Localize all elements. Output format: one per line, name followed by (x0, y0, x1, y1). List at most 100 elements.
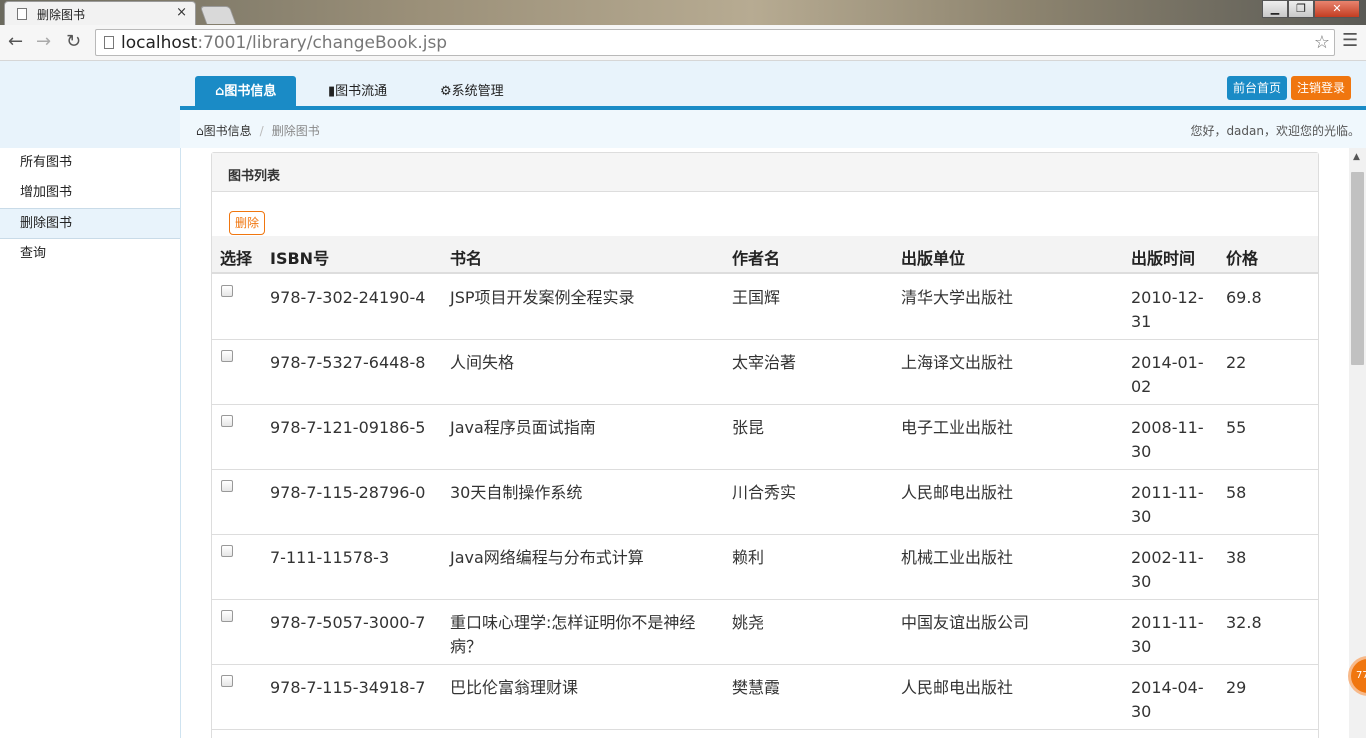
title-cell-line: Java程序员面试指南 (450, 418, 596, 437)
column-header-select: 选择 (220, 249, 253, 268)
table-row: 978-7-115-34918-7 巴比伦富翁理财课 樊慧霞 人民邮电出版社 2014-… (212, 665, 1318, 730)
row-select-checkbox[interactable] (221, 415, 233, 427)
scroll-thumb[interactable] (1351, 172, 1364, 365)
author-cell: 姚尧 (732, 613, 765, 632)
price-cell: 22 (1226, 353, 1247, 372)
pub-date-cell: 2014-01- 02 (1131, 351, 1211, 399)
row-select-checkbox[interactable] (221, 480, 233, 492)
address-bar[interactable]: localhost:7001/library/changeBook.jsp ☆ (95, 29, 1335, 56)
author-cell: 赖利 (732, 548, 765, 567)
url-host: localhost (121, 33, 198, 53)
price-cell: 55 (1226, 418, 1247, 437)
isbn-cell: 978-7-5057-3000-7 (270, 613, 426, 632)
column-header-pub-date: 出版时间 (1131, 249, 1196, 268)
table-row: 978-7-121-09186-5 Java程序员面试指南 张昆 电子工业出版社 200… (212, 405, 1318, 470)
pub-date-cell-line: 2011-11- (1131, 483, 1204, 502)
sidebar-item-query[interactable]: 查询 (0, 239, 180, 269)
delete-button[interactable]: 删除 (229, 211, 266, 235)
title-cell: 巴比伦富翁理财课 (450, 676, 720, 700)
row-select-checkbox[interactable] (221, 285, 233, 297)
title-cell: JSP项目开发案例全程实录 (450, 286, 720, 310)
tab-circulation[interactable]: ▮图书流通 (328, 76, 387, 107)
sidebar: 所有图书 增加图书 删除图书 查询 (0, 148, 181, 738)
price-cell: 58 (1226, 483, 1247, 502)
tab-label: 图书信息 (224, 84, 277, 99)
browser-tab-strip: 删除图书 × ▁ ❐ ✕ (0, 0, 1366, 25)
publisher-cell: 上海译文出版社 (901, 353, 1014, 372)
breadcrumb: ⌂图书信息 / 删除图书 (196, 122, 320, 139)
tab-close-icon[interactable]: × (176, 5, 187, 20)
author-cell: 樊慧霞 (732, 678, 781, 697)
pub-date-cell-line: 2014-04- (1131, 678, 1204, 697)
isbn-cell: 978-7-115-34918-7 (270, 678, 426, 697)
isbn-cell: 978-7-115-28796-0 (270, 483, 426, 502)
breadcrumb-root[interactable]: 图书信息 (204, 124, 252, 138)
arrow-left-icon[interactable]: ← (8, 31, 23, 52)
tab-system-admin[interactable]: ⚙系统管理 (440, 76, 504, 107)
title-cell: 重口味心理学:怎样证明你不是神经 病？ (450, 611, 720, 659)
home-icon: ⌂ (196, 124, 204, 138)
publisher-cell: 电子工业出版社 (901, 418, 1014, 437)
window-minimize-button[interactable]: ▁ (1262, 0, 1288, 18)
new-tab-button[interactable] (199, 6, 237, 24)
row-select-checkbox[interactable] (221, 350, 233, 362)
reload-icon[interactable]: ↻ (66, 31, 81, 52)
pub-date-cell: 2011-11- 30 (1131, 481, 1211, 529)
row-select-checkbox[interactable] (221, 675, 233, 687)
pub-date-cell: 2002-11- 30 (1131, 546, 1211, 594)
pub-date-cell: 2010-12- 31 (1131, 286, 1211, 334)
author-cell: 张昆 (732, 418, 765, 437)
star-icon[interactable]: ☆ (1314, 32, 1330, 53)
table-row: 978-7-5057-3000-7 重口味心理学:怎样证明你不是神经 病？ 姚尧 中国友… (212, 600, 1318, 665)
sidebar-item-all-books[interactable]: 所有图书 (0, 148, 180, 178)
price-cell: 32.8 (1226, 613, 1262, 632)
logout-button[interactable]: 注销登录 (1291, 76, 1352, 100)
price-cell: 69.8 (1226, 288, 1262, 307)
author-cell: 川合秀实 (732, 483, 797, 502)
pub-date-cell-line: 30 (1131, 507, 1152, 526)
title-cell-line: Java网络编程与分布式计算 (450, 548, 644, 567)
hamburger-menu-icon[interactable]: ☰ (1342, 30, 1358, 51)
window-close-button[interactable]: ✕ (1314, 0, 1360, 18)
title-cell-line: 病？ (450, 637, 483, 656)
frontpage-button[interactable]: 前台首页 (1227, 76, 1288, 100)
column-header-publisher: 出版单位 (901, 249, 966, 268)
table-header: 选择 ISBN号 书名 作者名 出版单位 出版时间 价格 (212, 236, 1318, 274)
tab-label: 系统管理 (451, 84, 504, 99)
tab-book-info[interactable]: ⌂图书信息 (195, 76, 297, 107)
table-row: 7-111-11578-3 Java网络编程与分布式计算 赖利 机械工业出版社 2002… (212, 535, 1318, 600)
row-select-checkbox[interactable] (221, 545, 233, 557)
window-maximize-button[interactable]: ❐ (1288, 0, 1314, 18)
publisher-cell: 人民邮电出版社 (901, 483, 1014, 502)
breadcrumb-current: 删除图书 (271, 124, 320, 138)
publisher-cell: 人民邮电出版社 (901, 678, 1014, 697)
home-icon: ⌂ (215, 84, 225, 99)
table-row: 978-7-115-28796-0 30天自制操作系统 川合秀实 人民邮电出版社 201… (212, 470, 1318, 535)
pub-date-cell-line: 30 (1131, 637, 1152, 656)
price-cell: 38 (1226, 548, 1247, 567)
title-cell-line: 重口味心理学:怎样证明你不是神经 (450, 613, 696, 632)
publisher-cell: 中国友谊出版公司 (901, 613, 1030, 632)
page-favicon-icon (17, 8, 27, 20)
tab-label: 图书流通 (335, 84, 388, 99)
price-cell: 29 (1226, 678, 1247, 697)
isbn-cell: 978-7-121-09186-5 (270, 418, 426, 437)
sidebar-item-delete-book[interactable]: 删除图书 (0, 208, 180, 239)
vertical-scrollbar[interactable]: ▲ (1349, 148, 1366, 738)
pub-date-cell-line: 30 (1131, 702, 1152, 721)
isbn-cell: 7-111-11578-3 (270, 548, 390, 567)
browser-tab-active[interactable]: 删除图书 × (4, 1, 196, 25)
panel-title: 图书列表 (212, 153, 1318, 192)
isbn-cell: 978-7-5327-6448-8 (270, 353, 426, 372)
url-text[interactable]: localhost:7001/library/changeBook.jsp (121, 33, 447, 53)
column-header-isbn: ISBN号 (270, 249, 330, 268)
book-list-panel: 图书列表 删除 选择 ISBN号 书名 作者名 出版单位 出版时间 价格 978… (211, 152, 1319, 738)
sidebar-item-add-book[interactable]: 增加图书 (0, 178, 180, 208)
pub-date-cell-line: 2014-01- (1131, 353, 1204, 372)
arrow-right-icon[interactable]: → (36, 31, 51, 52)
row-select-checkbox[interactable] (221, 610, 233, 622)
scroll-up-arrow-icon[interactable]: ▲ (1353, 152, 1360, 162)
main-content: 图书列表 删除 选择 ISBN号 书名 作者名 出版单位 出版时间 价格 978… (181, 148, 1349, 738)
column-header-author: 作者名 (732, 249, 781, 268)
pub-date-cell-line: 30 (1131, 442, 1152, 461)
